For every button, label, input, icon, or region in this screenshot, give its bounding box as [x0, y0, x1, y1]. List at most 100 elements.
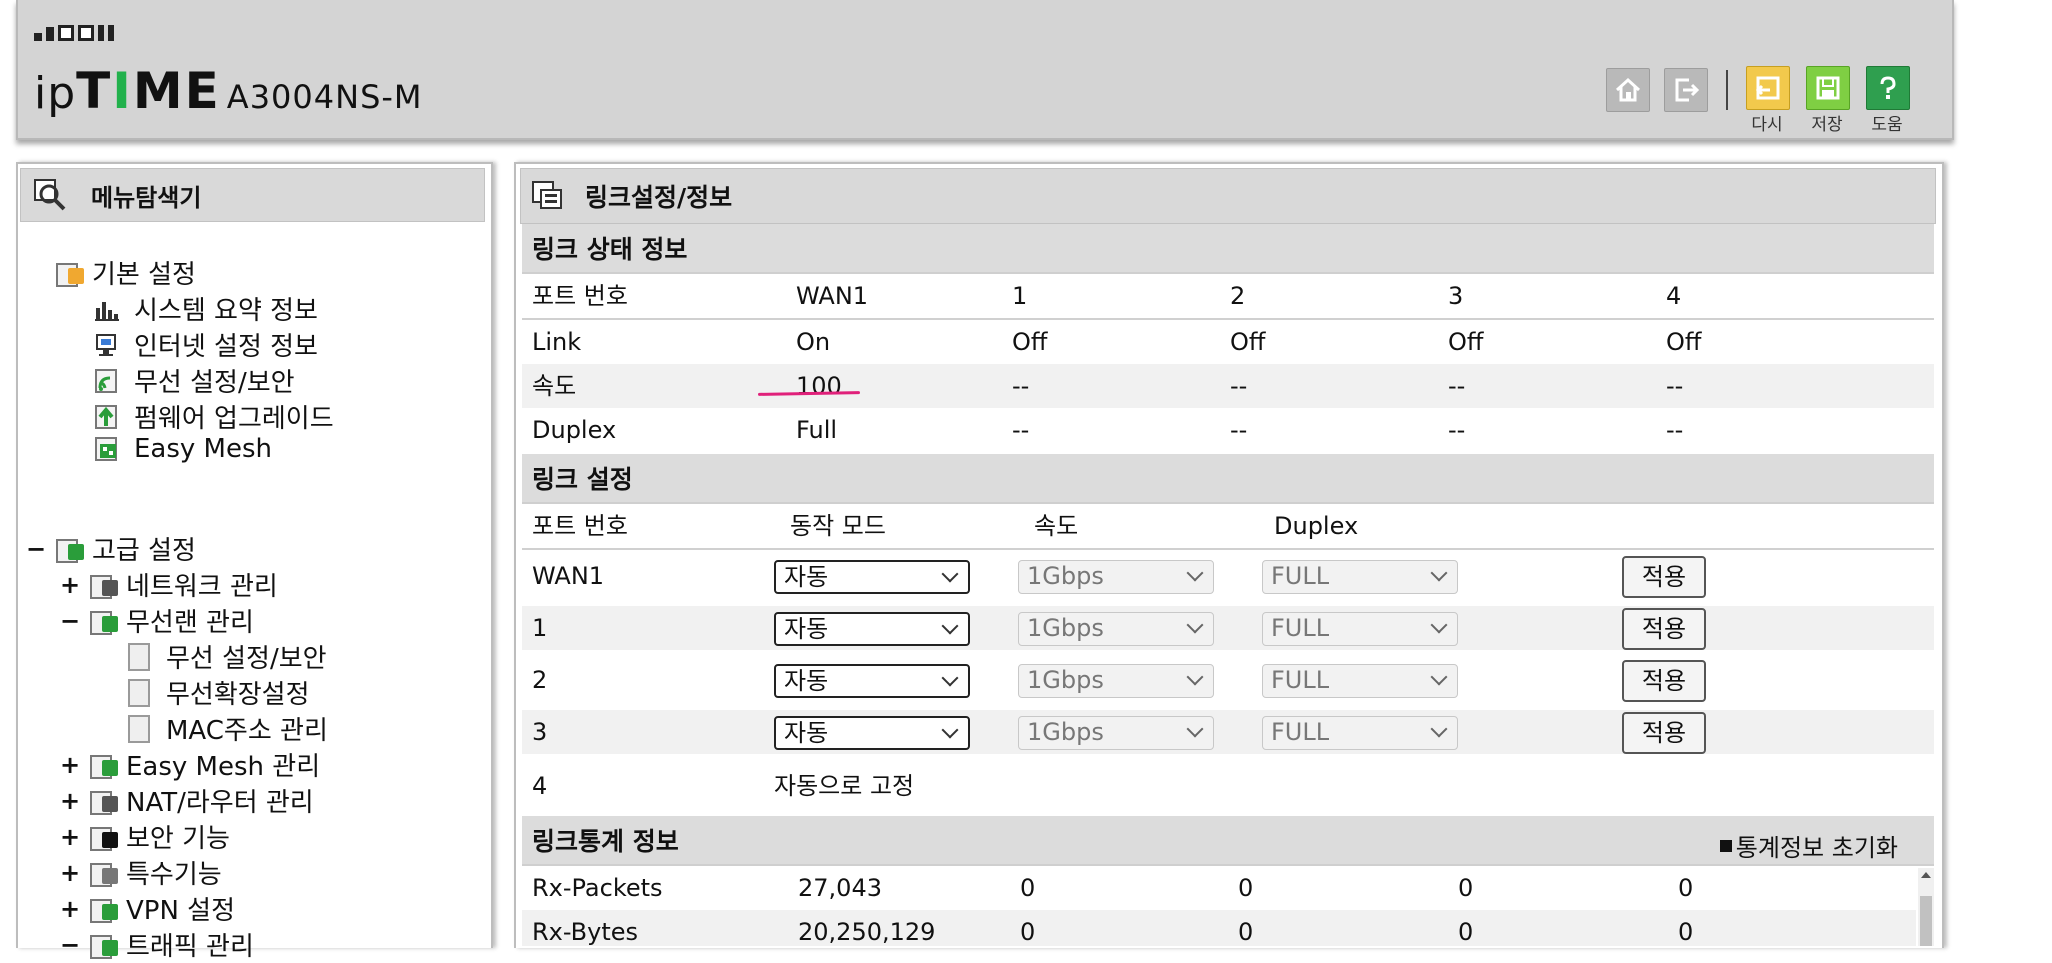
expand-toggle[interactable]: +: [60, 571, 80, 599]
search-icon: [34, 179, 66, 211]
apply-button[interactable]: 적용: [1622, 712, 1706, 754]
menu-item-easy-mesh[interactable]: Easy Mesh: [94, 434, 272, 464]
menu-item-label: 펌웨어 업그레이드: [134, 404, 334, 434]
menu-advanced-settings[interactable]: − 고급 설정: [26, 530, 196, 567]
reset-icon: [1719, 839, 1732, 852]
collapse-toggle[interactable]: −: [60, 607, 80, 635]
save-button[interactable]: [1806, 66, 1850, 110]
apply-button[interactable]: 적용: [1622, 660, 1706, 702]
speed-select[interactable]: 1Gbps: [1018, 716, 1214, 750]
menu-subitem-mac[interactable]: MAC주소 관리: [128, 710, 328, 747]
table-cell: --: [1448, 372, 1466, 400]
reset-label: 통계정보 초기화: [1735, 834, 1898, 862]
folder-icon: [56, 537, 86, 563]
duplex-select[interactable]: FULL: [1262, 560, 1458, 594]
table-cell: --: [1230, 416, 1248, 444]
table-cell: 0: [1020, 874, 1036, 902]
home-button[interactable]: [1606, 68, 1650, 112]
table-cell: Off: [1230, 328, 1266, 356]
menu-item-nat[interactable]: + NAT/라우터 관리: [60, 782, 314, 819]
speed-select[interactable]: 1Gbps: [1018, 612, 1214, 646]
table-cell: 0: [1678, 874, 1694, 902]
table-cell: Off: [1666, 328, 1702, 356]
header-cell: 속도: [1034, 512, 1079, 540]
row-label: Rx-Bytes: [532, 918, 639, 946]
duplex-select[interactable]: FULL: [1262, 612, 1458, 646]
header-cell: 2: [1230, 282, 1246, 310]
header-cell: WAN1: [796, 282, 869, 310]
select-value: 1Gbps: [1027, 718, 1104, 746]
menu-item-label: 무선 설정/보안: [166, 644, 327, 674]
menu-item-label: 시스템 요약 정보: [134, 296, 318, 326]
page-icon: [128, 714, 150, 743]
header-cell: 3: [1448, 282, 1464, 310]
scroll-up-icon[interactable]: [1921, 872, 1931, 878]
row-label: 1: [532, 614, 548, 642]
row-label: 속도: [532, 372, 577, 400]
table-cell: 0: [1678, 918, 1694, 946]
expand-toggle[interactable]: +: [60, 787, 80, 815]
menu-item-label: 인터넷 설정 정보: [134, 332, 318, 362]
menu-subitem-wireless-security[interactable]: 무선 설정/보안: [128, 638, 327, 675]
menu-subitem-wireless-extend[interactable]: 무선확장설정: [128, 674, 310, 711]
scrollbar-thumb[interactable]: [1920, 896, 1932, 946]
table-row: 4 자동으로 고정: [522, 764, 1934, 808]
brand-me: ME: [132, 62, 221, 120]
menu-item-security[interactable]: + 보안 기능: [60, 818, 230, 855]
expand-toggle[interactable]: +: [60, 823, 80, 851]
menu-item-special[interactable]: + 특수기능: [60, 854, 222, 891]
mode-select[interactable]: 자동: [774, 716, 970, 750]
link-status-section: 링크 상태 정보: [522, 224, 1934, 274]
brand-t: T: [76, 62, 113, 120]
row-label: 3: [532, 718, 548, 746]
menu-item-wireless-security[interactable]: 무선 설정/보안: [94, 362, 295, 399]
menu-item-easymesh-admin[interactable]: + Easy Mesh 관리: [60, 746, 320, 783]
table-cell: 0: [1238, 874, 1254, 902]
stats-scrollbar[interactable]: [1918, 868, 1934, 946]
expand-toggle[interactable]: +: [60, 895, 80, 923]
mode-select[interactable]: 자동: [774, 612, 970, 646]
menu-item-label: MAC주소 관리: [166, 716, 328, 746]
back-button[interactable]: [1746, 66, 1790, 110]
reset-stats-link[interactable]: 통계정보 초기화: [1719, 828, 1898, 863]
row-label: 2: [532, 666, 548, 694]
menu-item-network[interactable]: + 네트워크 관리: [60, 566, 278, 603]
brand-ip: ip: [34, 68, 77, 119]
chevron-down-icon: [941, 721, 959, 739]
expand-toggle[interactable]: +: [60, 859, 80, 887]
section-title: 링크 설정: [532, 465, 633, 494]
table-cell: 20,250,129: [798, 918, 936, 946]
menu-item-traffic[interactable]: − 트래픽 관리: [60, 926, 254, 963]
menu-item-internet-info[interactable]: 인터넷 설정 정보: [94, 326, 318, 363]
help-button[interactable]: [1866, 66, 1910, 110]
content-header: 링크설정/정보: [520, 168, 1936, 224]
menu-item-wlan[interactable]: − 무선랜 관리: [60, 602, 254, 639]
speed-select[interactable]: 1Gbps: [1018, 664, 1214, 698]
speed-select[interactable]: 1Gbps: [1018, 560, 1214, 594]
mode-select[interactable]: 자동: [774, 664, 970, 698]
table-cell: Full: [796, 416, 838, 444]
collapse-toggle[interactable]: −: [26, 535, 46, 563]
router-folder-icon: [90, 789, 120, 815]
duplex-select[interactable]: FULL: [1262, 664, 1458, 698]
traffic-folder-icon: [90, 933, 120, 959]
apply-button[interactable]: 적용: [1622, 556, 1706, 598]
chevron-down-icon: [1186, 720, 1204, 738]
menu-item-system-summary[interactable]: 시스템 요약 정보: [94, 290, 318, 327]
help-icon: [1880, 76, 1896, 99]
menu-item-firmware-upgrade[interactable]: 펌웨어 업그레이드: [94, 398, 334, 435]
menu-item-vpn[interactable]: + VPN 설정: [60, 890, 235, 927]
collapse-toggle[interactable]: −: [60, 931, 80, 959]
duplex-select[interactable]: FULL: [1262, 716, 1458, 750]
chevron-down-icon: [941, 565, 959, 583]
expand-toggle[interactable]: +: [60, 751, 80, 779]
mode-select[interactable]: 자동: [774, 560, 970, 594]
menu-basic-settings[interactable]: 기본 설정: [56, 254, 196, 291]
back-label: 다시: [1751, 115, 1783, 135]
menu-item-label: NAT/라우터 관리: [126, 788, 314, 818]
lock-folder-icon: [90, 825, 120, 851]
wifi-icon: [94, 368, 120, 394]
model-name: A3004NS-M: [226, 78, 423, 116]
apply-button[interactable]: 적용: [1622, 608, 1706, 650]
logout-button[interactable]: [1664, 68, 1708, 112]
